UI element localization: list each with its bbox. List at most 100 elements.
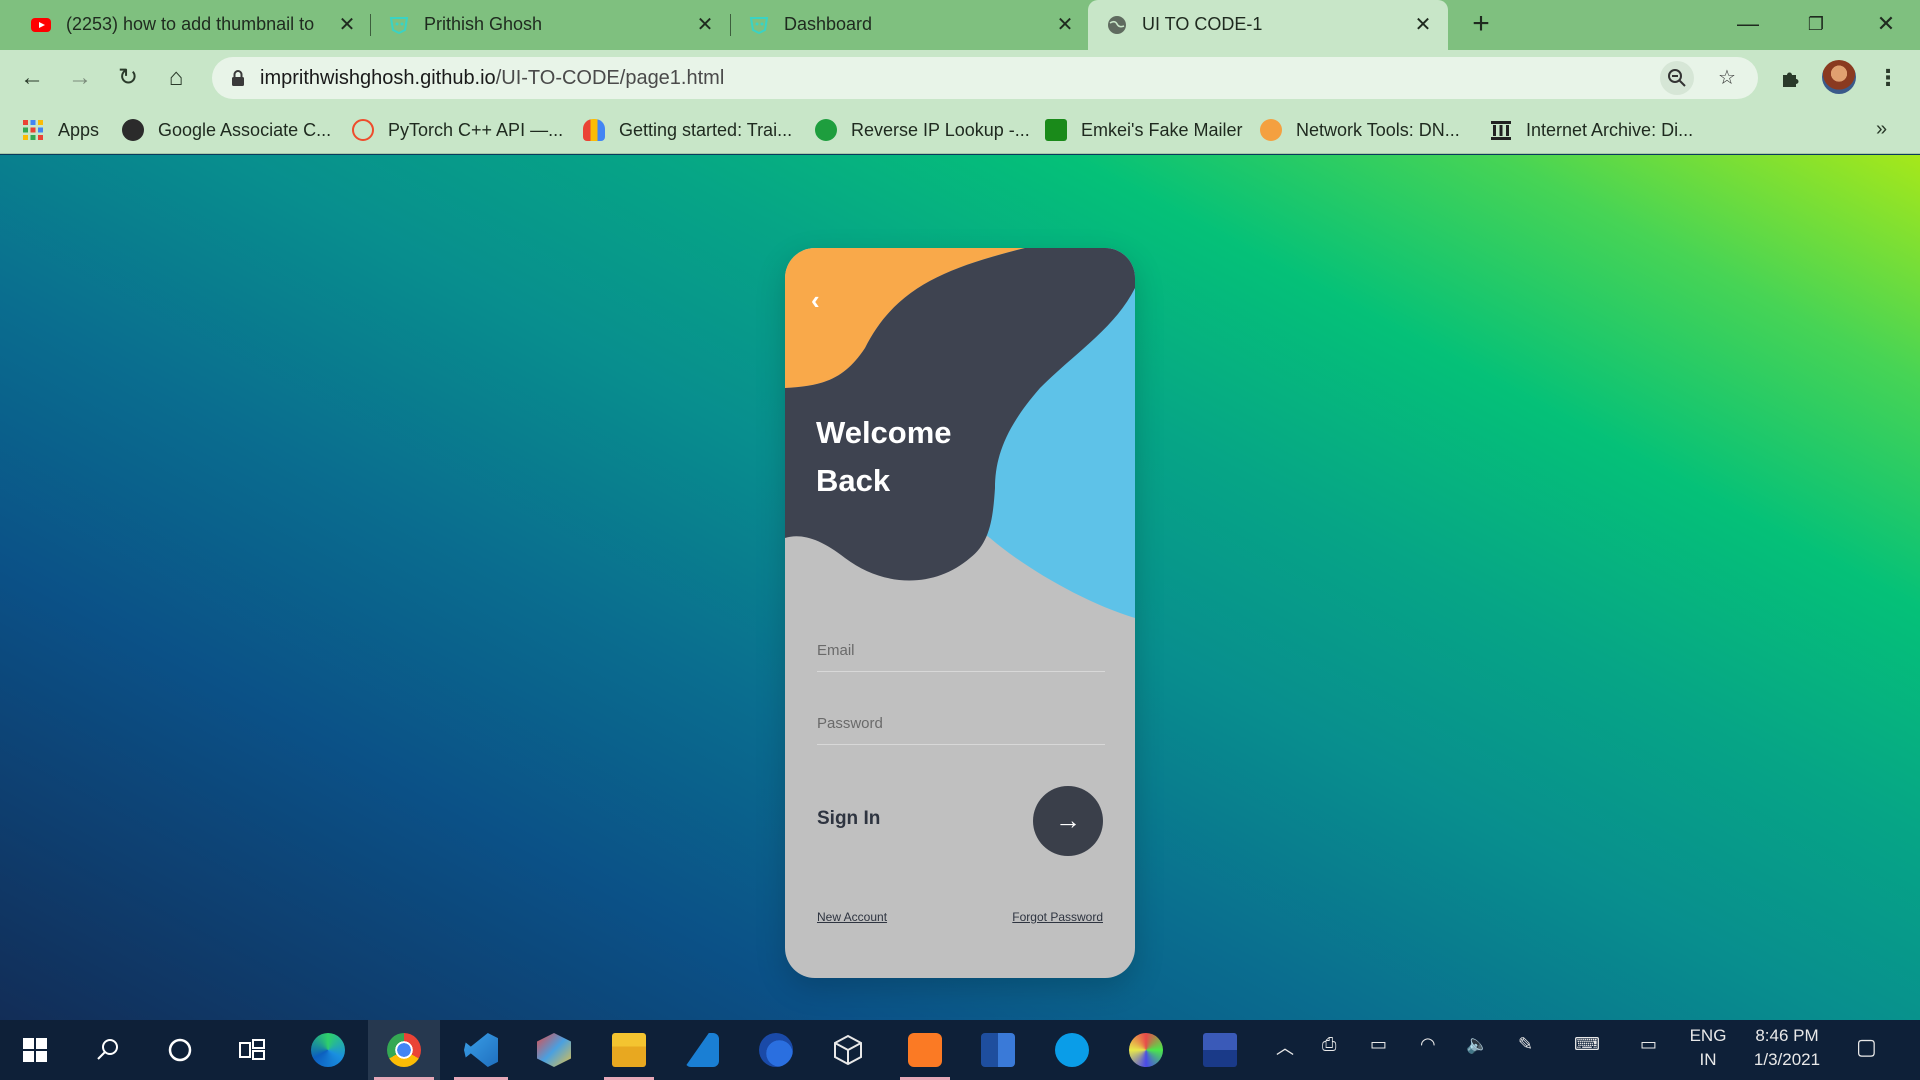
pen-icon[interactable]: ✎ bbox=[1518, 1034, 1533, 1055]
minimize-button[interactable]: — bbox=[1726, 6, 1770, 42]
tab-title: (2253) how to add thumbnail to bbox=[66, 14, 315, 34]
google-cloud-icon bbox=[583, 119, 605, 141]
bookmark-label: Apps bbox=[58, 119, 100, 140]
email-input[interactable] bbox=[817, 642, 1105, 659]
glitch-icon bbox=[749, 17, 769, 35]
back-chevron-icon[interactable]: ‹ bbox=[811, 286, 833, 314]
show-hidden-icons[interactable]: ︿ bbox=[1276, 1034, 1294, 1060]
touch-keyboard-icon[interactable]: ⌨ bbox=[1574, 1034, 1600, 1055]
globe-icon bbox=[122, 119, 144, 141]
xampp-taskbar-button[interactable] bbox=[894, 1020, 956, 1080]
close-tab-icon[interactable]: ✕ bbox=[1410, 12, 1436, 38]
apps-grid-icon bbox=[23, 120, 43, 140]
windows-taskbar: ︿ ⎙ ▭ ◠ 🔈 ✎ ⌨ ▭ ENG IN 8:46 PM 1/3/2021 … bbox=[0, 1020, 1920, 1080]
profile-avatar[interactable] bbox=[1822, 60, 1856, 94]
lock-icon bbox=[232, 70, 244, 86]
bookmark-pytorch[interactable]: PyTorch C++ API —... bbox=[352, 116, 563, 144]
welcome-line-2: Back bbox=[816, 463, 891, 498]
new-tab-button[interactable]: + bbox=[1464, 8, 1498, 42]
search-button[interactable] bbox=[78, 1020, 138, 1080]
page-viewport: ‹ Welcome Back Sign In → New Account For… bbox=[0, 155, 1920, 1020]
shark-fin-icon bbox=[685, 1033, 719, 1067]
task-view-icon bbox=[239, 1039, 265, 1060]
signin-arrow-button[interactable]: → bbox=[1033, 786, 1103, 856]
archive-icon bbox=[1491, 121, 1511, 140]
chrome-taskbar-button[interactable] bbox=[368, 1020, 440, 1080]
zoom-icon[interactable] bbox=[1660, 61, 1694, 95]
bookmarks-bar: Apps Google Associate C... PyTorch C++ A… bbox=[0, 106, 1920, 154]
welcome-heading: Welcome Back bbox=[816, 409, 952, 505]
bookmark-label: Network Tools: DN... bbox=[1296, 119, 1460, 140]
close-tab-icon[interactable]: ✕ bbox=[334, 12, 360, 38]
new-account-link[interactable]: New Account bbox=[817, 910, 887, 924]
skype-taskbar-button[interactable] bbox=[1042, 1020, 1102, 1080]
forward-button[interactable]: → bbox=[62, 60, 98, 96]
bookmark-reverse-ip[interactable]: Reverse IP Lookup -... bbox=[815, 116, 1030, 144]
bookmark-label: Internet Archive: Di... bbox=[1526, 119, 1694, 140]
jadx-taskbar-button[interactable] bbox=[1116, 1020, 1176, 1080]
start-button[interactable] bbox=[5, 1020, 65, 1080]
forgot-password-link[interactable]: Forgot Password bbox=[1012, 910, 1103, 924]
youtube-icon bbox=[31, 18, 51, 32]
skype-icon bbox=[1055, 1033, 1089, 1067]
email-field[interactable] bbox=[817, 620, 1105, 672]
file-explorer-taskbar-button[interactable] bbox=[598, 1020, 660, 1080]
bookmark-label: PyTorch C++ API —... bbox=[388, 119, 564, 140]
firefox-taskbar-button[interactable] bbox=[746, 1020, 806, 1080]
tab-youtube[interactable]: (2253) how to add thumbnail to ✕ bbox=[0, 0, 368, 50]
app-cube-taskbar-button[interactable] bbox=[524, 1020, 584, 1080]
bookmark-google-associate[interactable]: Google Associate C... bbox=[122, 116, 331, 144]
more-bookmarks-icon[interactable]: » bbox=[1876, 118, 1887, 141]
devcpp-taskbar-button[interactable] bbox=[1190, 1020, 1250, 1080]
welcome-line-1: Welcome bbox=[816, 415, 952, 450]
close-window-button[interactable]: ✕ bbox=[1864, 6, 1908, 42]
home-button[interactable]: ⌂ bbox=[158, 60, 194, 96]
clock-time: 8:46 PM bbox=[1755, 1026, 1819, 1045]
tab-title: Prithish Ghosh bbox=[424, 14, 543, 34]
close-tab-icon[interactable]: ✕ bbox=[692, 12, 718, 38]
close-tab-icon[interactable]: ✕ bbox=[1052, 12, 1078, 38]
bookmark-network-tools[interactable]: Network Tools: DN... bbox=[1260, 116, 1460, 144]
virtualbox-taskbar-button[interactable] bbox=[818, 1020, 878, 1080]
windows-logo-icon bbox=[23, 1038, 47, 1062]
battery-icon[interactable]: ▭ bbox=[1370, 1034, 1387, 1055]
cortana-button[interactable] bbox=[150, 1020, 210, 1080]
task-view-button[interactable] bbox=[222, 1020, 282, 1080]
dev-icon bbox=[1203, 1033, 1237, 1067]
wireshark-taskbar-button[interactable] bbox=[672, 1020, 732, 1080]
password-input[interactable] bbox=[817, 715, 1105, 732]
bookmark-apps[interactable]: Apps bbox=[22, 116, 99, 144]
tab-dashboard[interactable]: Dashboard ✕ bbox=[720, 0, 1090, 50]
url-text: imprithwishghosh.github.io/UI-TO-CODE/pa… bbox=[260, 67, 724, 90]
wifi-icon[interactable]: ◠ bbox=[1420, 1034, 1436, 1055]
restore-button[interactable]: ❐ bbox=[1794, 6, 1838, 42]
address-bar[interactable]: imprithwishghosh.github.io/UI-TO-CODE/pa… bbox=[212, 57, 1758, 99]
bookmark-label: Reverse IP Lookup -... bbox=[851, 119, 1030, 140]
jadx-icon bbox=[1129, 1033, 1163, 1067]
word-taskbar-button[interactable] bbox=[968, 1020, 1028, 1080]
clock-date: 1/3/2021 bbox=[1753, 1050, 1821, 1069]
edge-taskbar-button[interactable] bbox=[298, 1020, 358, 1080]
bookmark-star-icon[interactable]: ☆ bbox=[1710, 61, 1744, 95]
xampp-icon bbox=[908, 1033, 942, 1067]
bookmark-emkei[interactable]: Emkei's Fake Mailer bbox=[1045, 116, 1242, 144]
pytorch-icon bbox=[352, 119, 374, 141]
tablet-icon[interactable]: ▭ bbox=[1640, 1034, 1657, 1055]
reload-button[interactable]: ↻ bbox=[110, 60, 146, 96]
volume-icon[interactable]: 🔈 bbox=[1466, 1034, 1488, 1055]
extensions-icon[interactable] bbox=[1774, 62, 1806, 94]
clock[interactable]: 8:46 PM 1/3/2021 bbox=[1744, 1026, 1830, 1070]
bookmark-internet-archive[interactable]: Internet Archive: Di... bbox=[1490, 116, 1693, 144]
url-host: imprithwishghosh.github.io bbox=[260, 67, 496, 89]
tab-ui-to-code[interactable]: UI TO CODE-1 ✕ bbox=[1088, 0, 1448, 50]
language-indicator[interactable]: ENG IN bbox=[1688, 1026, 1728, 1070]
bookmark-getting-started[interactable]: Getting started: Trai... bbox=[583, 116, 792, 144]
back-button[interactable]: ← bbox=[14, 60, 50, 96]
menu-kebab-icon[interactable]: ⋮ bbox=[1872, 62, 1904, 94]
meet-now-icon[interactable]: ⎙ bbox=[1322, 1034, 1336, 1055]
vscode-taskbar-button[interactable] bbox=[448, 1020, 514, 1080]
browser-toolbar: ← → ↻ ⌂ imprithwishghosh.github.io/UI-TO… bbox=[0, 50, 1920, 106]
password-field[interactable] bbox=[817, 693, 1105, 745]
tab-prithish[interactable]: Prithish Ghosh ✕ bbox=[360, 0, 730, 50]
notifications-icon[interactable]: ▢ bbox=[1856, 1034, 1877, 1060]
